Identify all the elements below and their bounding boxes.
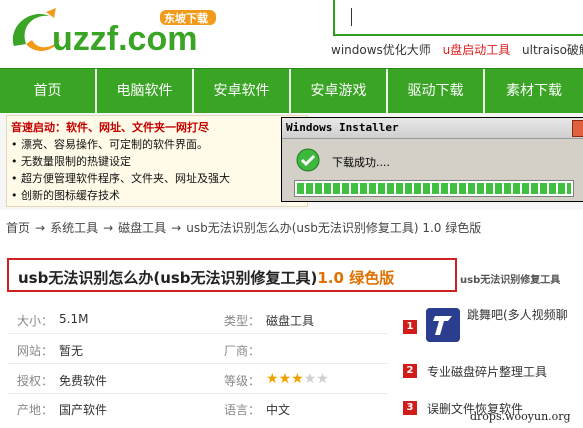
nav-android-games[interactable]: 安卓游戏 (291, 69, 386, 113)
size-label: 大小： (17, 314, 54, 328)
hotword-link[interactable]: windows优化大师 (331, 43, 431, 57)
breadcrumb-link[interactable]: 磁盘工具 (118, 221, 166, 235)
site-logo[interactable]: uzzf.com 东坡下载 (6, 6, 221, 60)
ad-line: • 创新的图标缓存技术 (11, 189, 120, 202)
ad-headline: 音速启动：软件、网址、文件夹一网打尽 (11, 121, 209, 134)
license-label: 授权： (17, 374, 54, 388)
origin-value: 国产软件 (59, 403, 108, 417)
row-divider (8, 333, 388, 334)
progress-fill (297, 183, 571, 194)
app-thumbnail[interactable] (426, 308, 460, 342)
hotword-link[interactable]: ultraiso破解 (522, 43, 583, 57)
type-label: 类型： (224, 314, 261, 328)
site-label: 网站： (17, 344, 54, 358)
text-cursor (351, 8, 352, 26)
nav-drivers[interactable]: 驱动下载 (388, 69, 483, 113)
size-value: 5.1M (59, 312, 89, 326)
star-filled-icon: ★ (278, 371, 292, 387)
ad-banner[interactable]: 音速启动：软件、网址、文件夹一网打尽 • 漂亮、容易操作、可定制的软件界面。 •… (6, 115, 308, 207)
ad-line: • 无数量限制的热键设定 (11, 155, 131, 168)
watermark: drops.wooyun.org (470, 410, 571, 423)
type-value[interactable]: 磁盘工具 (266, 312, 314, 329)
dialog-title: Windows Installer (286, 121, 399, 134)
related-item-link[interactable]: 专业磁盘碎片整理工具 (427, 363, 547, 380)
ad-line: • 漂亮、容易操作、可定制的软件界面。 (11, 138, 208, 151)
dialog-titlebar[interactable]: Windows Installer (282, 118, 583, 139)
search-input[interactable] (333, 0, 583, 36)
check-icon (296, 148, 320, 172)
lang-value: 中文 (266, 403, 291, 417)
hot-keywords: windows优化大师 u盘启动工具 ultraiso破解 (331, 41, 583, 58)
ad-line: • 超方便管理软件程序、文件夹、网址及强大 (11, 172, 230, 185)
site-value: 暂无 (59, 344, 84, 358)
row-divider (8, 363, 388, 364)
progress-bar (294, 180, 574, 197)
grade-label: 等级： (224, 374, 261, 388)
star-filled-icon: ★ (266, 371, 279, 387)
breadcrumb: 首页 → 系统工具 → 磁盘工具 → usb无法识别怎么办(usb无法识别修复工具) 1.0… (6, 219, 481, 236)
nav-materials[interactable]: 素材下载 (485, 69, 583, 113)
arrow-right-icon: → (35, 221, 46, 235)
nav-android-software[interactable]: 安卓软件 (194, 69, 289, 113)
logo-graphic: uzzf.com 东坡下载 (12, 8, 216, 58)
star-empty-icon: ★ (303, 371, 317, 387)
software-name: usb无法识别怎么办(usb无法识别修复工具) (18, 269, 318, 287)
installer-dialog: Windows Installer 下载成功.... (281, 117, 583, 202)
main-nav: 首页 电脑软件 安卓软件 安卓游戏 驱动下载 素材下载 (0, 68, 583, 113)
breadcrumb-link[interactable]: 首页 (6, 221, 30, 235)
hotword-link[interactable]: u盘启动工具 (443, 43, 511, 57)
nav-pc-software[interactable]: 电脑软件 (97, 69, 192, 113)
related-item-link[interactable]: 跳舞吧(多人视频聊 (467, 306, 568, 323)
rating-stars: ★★★★★ (266, 371, 329, 387)
origin-label: 产地： (17, 403, 54, 417)
rank-badge: 1 (403, 320, 417, 334)
vendor-label: 厂商： (224, 344, 261, 358)
arrow-right-icon: → (103, 221, 114, 235)
star-empty-icon: ★ (316, 371, 329, 387)
dialog-message: 下载成功.... (332, 156, 390, 169)
arrow-right-icon: → (171, 221, 182, 235)
close-button[interactable] (572, 120, 583, 137)
breadcrumb-link[interactable]: 系统工具 (50, 221, 98, 235)
page-title-box: usb无法识别怎么办(usb无法识别修复工具)1.0 绿色版 (7, 258, 457, 292)
page-title: usb无法识别怎么办(usb无法识别修复工具)1.0 绿色版 (18, 267, 394, 288)
rank-badge: 3 (403, 401, 417, 415)
row-divider (8, 393, 388, 394)
star-filled-icon: ★ (291, 371, 304, 387)
page-subtitle: usb无法识别修复工具 (460, 275, 561, 286)
logo-badge: 东坡下载 (164, 11, 208, 25)
software-version: 1.0 绿色版 (317, 269, 395, 287)
logo-text: uzzf.com (52, 20, 197, 58)
nav-home[interactable]: 首页 (0, 69, 95, 113)
lang-label: 语言： (224, 403, 261, 417)
dance-app-icon (426, 308, 460, 342)
license-value: 免费软件 (59, 374, 108, 388)
breadcrumb-current: usb无法识别怎么办(usb无法识别修复工具) 1.0 绿色版 (186, 221, 482, 235)
rank-badge: 2 (403, 364, 417, 378)
